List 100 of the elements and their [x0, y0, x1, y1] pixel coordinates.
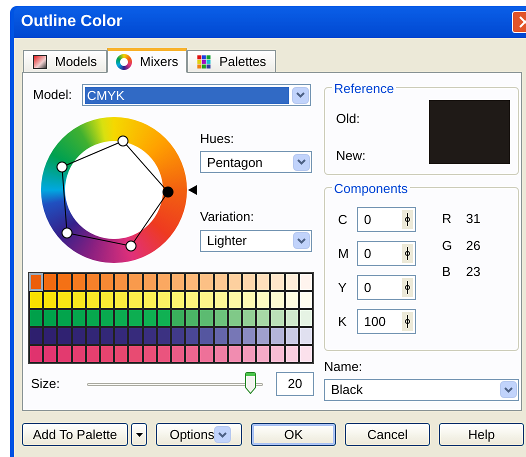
color-swatch[interactable]	[228, 273, 242, 291]
color-swatch[interactable]	[270, 327, 285, 345]
color-swatch[interactable]	[114, 327, 128, 345]
color-swatch[interactable]	[57, 273, 72, 291]
color-swatch[interactable]	[171, 273, 186, 291]
color-swatch[interactable]	[72, 273, 86, 291]
color-swatch[interactable]	[256, 327, 270, 345]
color-swatch[interactable]	[185, 309, 200, 327]
color-swatch[interactable]	[100, 291, 114, 309]
dialog-button[interactable]: Cancel	[345, 423, 430, 446]
spinner-icon[interactable]	[402, 210, 413, 229]
color-swatch[interactable]	[156, 327, 172, 345]
color-swatch[interactable]	[242, 273, 256, 291]
color-swatch[interactable]	[228, 345, 242, 363]
add-to-palette-button[interactable]: Add To Palette	[22, 423, 128, 446]
color-swatch[interactable]	[156, 291, 172, 309]
color-swatch[interactable]	[284, 291, 299, 309]
color-swatch[interactable]	[298, 309, 314, 327]
color-swatch[interactable]	[29, 345, 44, 363]
color-swatch[interactable]	[114, 291, 128, 309]
color-swatch[interactable]	[242, 345, 256, 363]
color-swatch[interactable]	[199, 291, 214, 309]
color-swatch[interactable]	[86, 291, 100, 309]
color-swatch[interactable]	[298, 273, 314, 291]
hues-dropdown[interactable]: Pentagon	[200, 151, 312, 173]
number-field[interactable]: 0	[357, 275, 416, 300]
spinner-icon[interactable]	[402, 312, 413, 331]
color-swatch[interactable]	[57, 309, 72, 327]
color-swatch[interactable]	[185, 327, 200, 345]
color-swatch[interactable]	[242, 291, 256, 309]
color-swatch[interactable]	[214, 327, 228, 345]
color-swatch[interactable]	[214, 345, 228, 363]
ok-button[interactable]: OK	[251, 423, 336, 446]
color-swatch[interactable]	[242, 309, 256, 327]
dropdown-arrow-button[interactable]	[131, 423, 147, 446]
model-dropdown[interactable]: CMYK	[82, 84, 311, 106]
color-swatch[interactable]	[114, 273, 128, 291]
color-swatch[interactable]	[57, 327, 72, 345]
color-swatch[interactable]	[256, 345, 270, 363]
color-swatch[interactable]	[270, 273, 285, 291]
dialog-button[interactable]: Help	[439, 423, 524, 446]
color-swatch[interactable]	[171, 327, 186, 345]
color-swatch[interactable]	[86, 273, 100, 291]
color-swatch[interactable]	[29, 291, 44, 309]
spinner-icon[interactable]	[402, 244, 413, 263]
color-swatch[interactable]	[72, 345, 86, 363]
color-swatch[interactable]	[142, 291, 157, 309]
color-swatch[interactable]	[156, 273, 172, 291]
color-swatch[interactable]	[29, 273, 44, 291]
color-swatch[interactable]	[228, 327, 242, 345]
color-swatch[interactable]	[214, 273, 228, 291]
color-swatch[interactable]	[256, 291, 270, 309]
tab[interactable]: Models	[23, 50, 107, 72]
color-swatch[interactable]	[43, 291, 58, 309]
color-swatch[interactable]	[228, 291, 242, 309]
color-swatch[interactable]	[114, 345, 128, 363]
number-field[interactable]: 0	[357, 241, 416, 266]
color-swatch[interactable]	[199, 327, 214, 345]
color-swatch[interactable]	[214, 291, 228, 309]
number-field[interactable]: 0	[357, 207, 416, 232]
color-swatch[interactable]	[270, 309, 285, 327]
color-swatch[interactable]	[43, 327, 58, 345]
color-swatch[interactable]	[100, 345, 114, 363]
color-swatch[interactable]	[270, 345, 285, 363]
color-swatch[interactable]	[86, 327, 100, 345]
size-slider[interactable]	[87, 372, 263, 396]
color-swatch[interactable]	[142, 327, 157, 345]
color-swatch[interactable]	[270, 291, 285, 309]
color-swatch[interactable]	[185, 273, 200, 291]
color-swatch[interactable]	[72, 291, 86, 309]
color-swatch[interactable]	[214, 309, 228, 327]
color-swatch[interactable]	[228, 309, 242, 327]
color-swatch[interactable]	[185, 345, 200, 363]
color-swatch[interactable]	[284, 309, 299, 327]
color-swatch[interactable]	[29, 327, 44, 345]
color-swatch[interactable]	[100, 273, 114, 291]
color-swatch[interactable]	[185, 291, 200, 309]
tab[interactable]: Mixers	[106, 48, 188, 73]
color-swatch[interactable]	[128, 345, 143, 363]
color-swatch[interactable]	[199, 309, 214, 327]
color-swatch[interactable]	[242, 327, 256, 345]
color-swatch[interactable]	[284, 345, 299, 363]
variation-dropdown[interactable]: Lighter	[200, 230, 312, 252]
color-swatch[interactable]	[156, 345, 172, 363]
color-swatch[interactable]	[128, 309, 143, 327]
color-swatch[interactable]	[128, 291, 143, 309]
color-swatch[interactable]	[29, 309, 44, 327]
color-swatch[interactable]	[43, 345, 58, 363]
color-swatch[interactable]	[284, 327, 299, 345]
color-swatch[interactable]	[298, 327, 314, 345]
tab[interactable]: Palettes	[187, 50, 276, 72]
color-swatch[interactable]	[142, 345, 157, 363]
color-swatch[interactable]	[128, 273, 143, 291]
color-swatch[interactable]	[43, 309, 58, 327]
color-swatch[interactable]	[156, 309, 172, 327]
color-swatch[interactable]	[72, 309, 86, 327]
color-swatch[interactable]	[171, 309, 186, 327]
close-button[interactable]	[512, 11, 526, 33]
color-swatch[interactable]	[114, 309, 128, 327]
color-swatch[interactable]	[171, 291, 186, 309]
